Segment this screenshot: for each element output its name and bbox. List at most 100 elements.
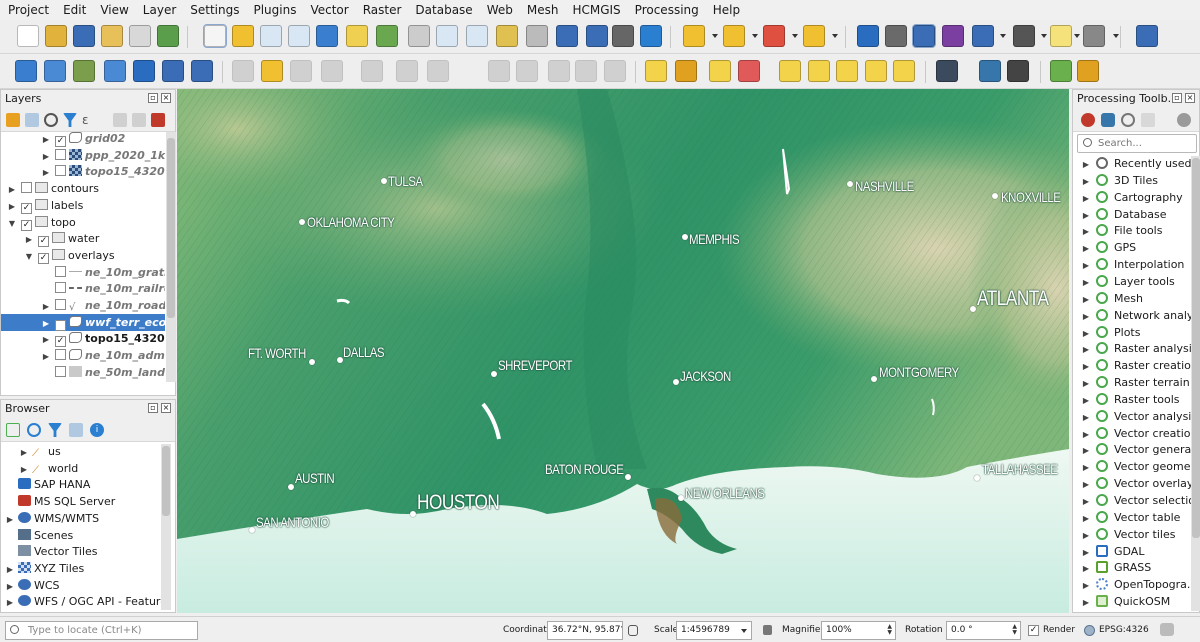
move-label-icon[interactable] xyxy=(779,60,801,82)
label-toolbar-icon[interactable] xyxy=(645,60,667,82)
processing-group[interactable]: ▶ QuickOSM xyxy=(1073,593,1170,610)
scale-field[interactable]: 1:4596789 xyxy=(676,621,752,640)
collapsed-arrow-icon[interactable]: ▶ xyxy=(1081,510,1091,527)
attribute-table-icon[interactable] xyxy=(885,25,907,47)
zoom-out-icon[interactable] xyxy=(288,25,310,47)
expanded-arrow-icon[interactable]: ▼ xyxy=(24,248,34,265)
layer-row[interactable]: ne_10m_grati xyxy=(1,264,165,281)
menu-hcmgis[interactable]: HCMGIS xyxy=(564,0,626,20)
data-source-manager-icon[interactable] xyxy=(15,60,37,82)
pan-to-selection-icon[interactable] xyxy=(232,25,254,47)
zoom-full-icon[interactable] xyxy=(316,25,338,47)
layer-visibility-checkbox[interactable]: ✓ xyxy=(55,136,66,147)
spinbox-arrows-icon[interactable]: ▲ ▼ xyxy=(1012,624,1017,636)
layer-visibility-checkbox[interactable]: ✓ xyxy=(55,319,66,331)
processing-group[interactable]: ▶ Raster analysis xyxy=(1073,340,1191,357)
collapsed-arrow-icon[interactable]: ▶ xyxy=(41,298,51,315)
menu-plugins[interactable]: Plugins xyxy=(245,0,302,20)
coordinate-field[interactable]: 36.72°N, 95.87°W xyxy=(547,621,623,640)
layer-row[interactable]: ▶ ✓ grid02 xyxy=(1,132,165,147)
properties-icon[interactable]: i xyxy=(90,423,104,437)
processing-group[interactable]: ▶ 3D Tiles xyxy=(1073,172,1158,189)
menu-mesh[interactable]: Mesh xyxy=(519,0,565,20)
scripts-icon[interactable] xyxy=(1101,113,1115,127)
layer-row[interactable]: ▶ ✓ labels xyxy=(1,197,165,214)
processing-group[interactable]: ▶ Recently used xyxy=(1073,156,1191,172)
save-as-icon[interactable] xyxy=(101,25,123,47)
layers-scroll-thumb[interactable] xyxy=(167,138,175,318)
add-group-icon[interactable] xyxy=(25,113,39,127)
collapsed-arrow-icon[interactable]: ▶ xyxy=(1081,493,1091,510)
georeferencer-icon[interactable] xyxy=(162,60,184,82)
collapsed-arrow-icon[interactable]: ▶ xyxy=(41,132,51,148)
processing-group[interactable]: ▶ Network analy... xyxy=(1073,307,1191,324)
layer-visibility-checkbox[interactable]: ✓ xyxy=(38,236,49,248)
processing-group[interactable]: ▶ Vector selection xyxy=(1073,492,1191,509)
processing-group[interactable]: ▶ Layer tools xyxy=(1073,273,1175,290)
rotation-field[interactable]: 0.0 ° ▲ ▼ xyxy=(946,621,1021,640)
layer-row[interactable]: ne_10m_railro xyxy=(1,280,165,297)
browser-item[interactable]: ▶ WCS xyxy=(1,577,60,594)
processing-group[interactable]: ▶ OpenTopogra... xyxy=(1073,576,1191,593)
menu-layer[interactable]: Layer xyxy=(135,0,182,20)
collapsed-arrow-icon[interactable]: ▶ xyxy=(5,578,15,595)
layer-visibility-checkbox[interactable] xyxy=(55,349,66,361)
locator-bar[interactable]: Type to locate (Ctrl+K) xyxy=(5,621,198,640)
processing-group[interactable]: ▶ Vector analysis xyxy=(1073,408,1191,425)
collapsed-arrow-icon[interactable]: ▶ xyxy=(1081,341,1091,358)
layer-visibility-checkbox[interactable] xyxy=(55,148,66,160)
filter-expression-icon[interactable]: ε xyxy=(82,113,96,127)
processing-group[interactable]: ▶ Vector table xyxy=(1073,509,1180,526)
diagram-icon[interactable] xyxy=(675,60,697,82)
menu-database[interactable]: Database xyxy=(407,0,478,20)
undo-icon[interactable] xyxy=(575,60,597,82)
layer-row[interactable]: ne_50m_land xyxy=(1,364,165,381)
browser-item[interactable]: ▶ XYZ Tiles xyxy=(1,560,84,577)
save-project-icon[interactable] xyxy=(73,25,95,47)
processing-group[interactable]: ▶ Raster creation xyxy=(1073,357,1191,374)
processing-group[interactable]: ▶ Vector geome... xyxy=(1073,458,1191,475)
menu-web[interactable]: Web xyxy=(479,0,519,20)
refresh-icon[interactable] xyxy=(27,423,41,437)
cut-features-icon[interactable] xyxy=(488,60,510,82)
processing-group[interactable]: ▶ File tools xyxy=(1073,222,1162,239)
float-panel-icon[interactable]: ▫ xyxy=(1172,93,1182,103)
messages-icon[interactable] xyxy=(1160,623,1174,636)
filter-browser-icon[interactable] xyxy=(48,423,62,437)
zoom-layer-icon[interactable] xyxy=(376,25,398,47)
browser-item[interactable]: ▶ ⟋ us xyxy=(1,444,61,460)
new-geopackage-icon[interactable] xyxy=(44,60,66,82)
expand-all-icon[interactable] xyxy=(113,113,127,127)
layer-row[interactable]: ▶ √ ne_10m_road xyxy=(1,297,165,314)
redo-icon[interactable] xyxy=(604,60,626,82)
collapsed-arrow-icon[interactable]: ▶ xyxy=(1081,325,1091,342)
manage-visibility-icon[interactable] xyxy=(44,113,58,127)
collapsed-arrow-icon[interactable]: ▶ xyxy=(1081,426,1091,443)
new-map-view-icon[interactable] xyxy=(496,25,518,47)
collapsed-arrow-icon[interactable]: ▶ xyxy=(1081,358,1091,375)
menu-processing[interactable]: Processing xyxy=(627,0,705,20)
collapsed-arrow-icon[interactable]: ▶ xyxy=(1081,173,1091,190)
map-canvas[interactable]: TULSA OKLAHOMA CITY NASHVILLE KNOXVILLE MEMP… xyxy=(177,89,1069,613)
show-hide-labels-icon[interactable] xyxy=(808,60,830,82)
processing-search-input[interactable] xyxy=(1098,136,1194,151)
pin-labels-icon[interactable] xyxy=(709,60,731,82)
menu-raster[interactable]: Raster xyxy=(355,0,408,20)
processing-group[interactable]: ▶ GDAL xyxy=(1073,543,1144,560)
collapsed-arrow-icon[interactable]: ▶ xyxy=(41,331,51,348)
modify-attributes-icon[interactable] xyxy=(396,60,418,82)
layer-visibility-checkbox[interactable]: ✓ xyxy=(21,202,32,214)
digitize-icon[interactable] xyxy=(133,60,155,82)
paste-features-icon[interactable] xyxy=(548,60,570,82)
processing-group[interactable]: ▶ Vector creation xyxy=(1073,425,1191,442)
chevron-down-icon[interactable] xyxy=(752,34,758,38)
results-viewer-icon[interactable] xyxy=(1141,113,1155,127)
layer-row[interactable]: ▼ ✓ topo xyxy=(1,214,165,231)
close-panel-icon[interactable]: × xyxy=(161,93,171,103)
globe-plugin-icon[interactable] xyxy=(936,60,958,82)
collapse-all-icon[interactable] xyxy=(132,113,146,127)
layer-visibility-checkbox[interactable] xyxy=(55,299,66,310)
processing-group[interactable]: ▶ Vector general xyxy=(1073,441,1191,458)
browser-item[interactable]: MS SQL Server xyxy=(1,493,115,510)
browser-item[interactable]: Vector Tiles xyxy=(1,543,98,560)
